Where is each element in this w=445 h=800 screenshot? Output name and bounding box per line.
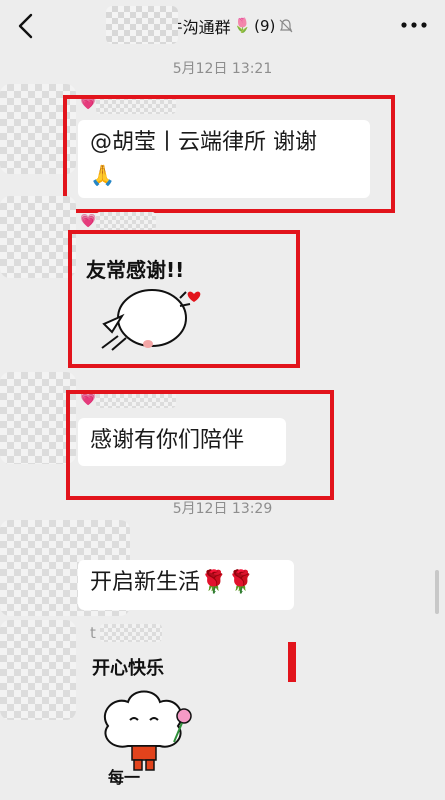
cloud-character-icon [103, 690, 192, 771]
message-text: @胡莹丨云端律所 谢谢 [90, 130, 317, 155]
bow-character-icon [101, 289, 201, 351]
message-text: 开启新生活🌹🌹 [90, 570, 255, 595]
scrollbar[interactable] [435, 570, 439, 614]
heart-icon: 💗 [80, 392, 97, 407]
heart-icon: 💗 [80, 214, 97, 229]
sticker-caption-bottom: 每一 [108, 768, 141, 787]
redacted-avatar [106, 6, 178, 44]
back-arrow-icon[interactable] [14, 12, 38, 40]
pray-emoji: 🙏 [90, 163, 115, 187]
sender-initial: t [90, 624, 96, 642]
tulip-emoji: 🌷 [233, 18, 252, 34]
more-options-icon[interactable] [399, 16, 429, 34]
redacted-nickname [96, 390, 176, 408]
heart-icon: 💗 [80, 96, 97, 111]
thanks-sticker[interactable]: 友常感谢!! [82, 246, 222, 366]
happy-sticker[interactable]: 开心快乐 每一 [88, 652, 208, 788]
avatar[interactable] [0, 196, 76, 278]
message-bubble[interactable]: @胡莹丨云端律所 谢谢 🙏 [78, 120, 370, 198]
member-count: (9) [254, 17, 276, 35]
timestamp: 5月12日 13:21 [172, 61, 273, 77]
avatar[interactable] [0, 372, 76, 464]
avatar[interactable] [0, 620, 76, 720]
timestamp: 5月12日 13:29 [172, 501, 273, 517]
bell-mute-icon [279, 19, 293, 33]
redacted-nickname [96, 96, 176, 114]
avatar[interactable] [0, 84, 76, 174]
redacted-nickname [96, 212, 156, 230]
chat-header: 案件沟通群 🌷 (9) [0, 0, 445, 52]
message-bubble[interactable]: 感谢有你们陪伴 [78, 418, 286, 466]
highlight-mark [288, 642, 296, 682]
redacted-nickname [100, 624, 162, 642]
message-text: 感谢有你们陪伴 [90, 428, 245, 453]
message-bubble[interactable]: 开启新生活🌹🌹 [78, 560, 294, 610]
